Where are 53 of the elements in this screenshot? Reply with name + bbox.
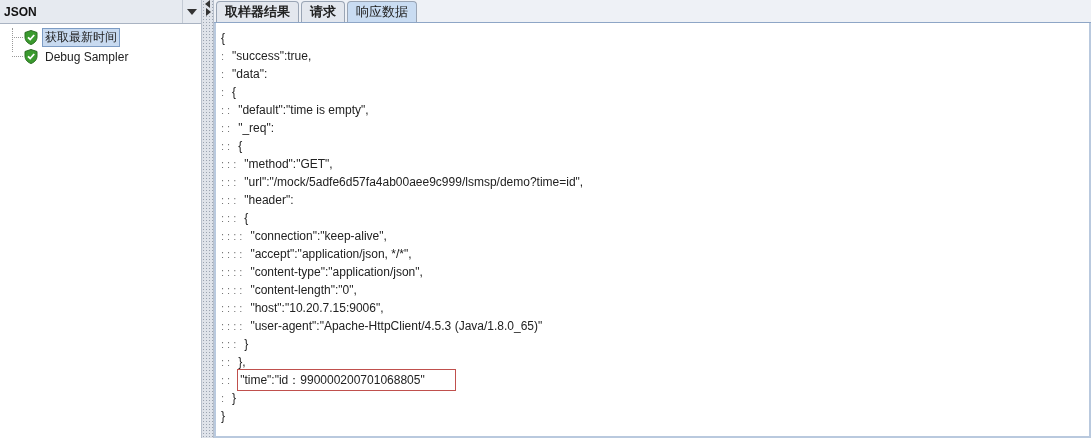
dropdown-arrow-icon (187, 8, 197, 15)
code-line: "connection":"keep-alive", (250, 228, 387, 245)
indent-guide: : : : (221, 337, 237, 352)
indent-guide: : : : (221, 157, 237, 172)
code-line: { (221, 30, 225, 47)
tree-item[interactable]: Debug Sampler (42, 48, 132, 65)
code-line: "method":"GET", (244, 156, 333, 173)
indent-guide: : : (221, 355, 231, 370)
indent-guide: : : : : (221, 283, 243, 298)
indent-guide: : : : (221, 193, 237, 208)
code-line: "header": (244, 192, 294, 209)
indent-guide: : : : (221, 175, 237, 190)
tree-item[interactable]: 获取最新时间 (42, 28, 120, 47)
code-line: "accept":"application/json, */*", (250, 246, 412, 263)
code-line: }, (238, 354, 246, 371)
indent-guide: : : : : (221, 265, 243, 280)
tab[interactable]: 请求 (301, 1, 345, 22)
indent-guide: : : : : (221, 229, 243, 244)
indent-guide: : : (221, 139, 231, 154)
code-line: } (244, 336, 249, 353)
indent-guide: : : : (221, 211, 237, 226)
code-line: { (244, 210, 249, 227)
code-line: "_req": (238, 120, 275, 137)
code-line: { (232, 84, 237, 101)
tab[interactable]: 响应数据 (347, 1, 417, 22)
code-line: } (232, 390, 237, 407)
code-line: "default":"time is empty", (238, 102, 369, 119)
code-line: "data": (232, 66, 268, 83)
code-line: "user-agent":"Apache-HttpClient/4.5.3 (Java/1.8.0_65)" (250, 318, 543, 335)
indent-guide: : (221, 49, 225, 64)
code-line: "success":true, (232, 48, 312, 65)
shield-check-icon (24, 30, 38, 45)
code-line: "content-type":"application/json", (250, 264, 423, 281)
code-line: } (221, 408, 225, 425)
code-line: { (238, 138, 243, 155)
collapse-left-icon[interactable] (203, 0, 212, 8)
indent-guide: : (221, 85, 225, 100)
tab[interactable]: 取样器结果 (216, 1, 299, 22)
code-line: "host":"10.20.7.15:9006", (250, 300, 384, 317)
indent-guide: : (221, 391, 225, 406)
code-line: "url":"/mock/5adfe6d57fa4ab00aee9c999/lsmsp/demo?time=id", (244, 174, 584, 191)
view-dropdown[interactable]: JSON (0, 0, 201, 24)
indent-guide: : : : : (221, 301, 243, 316)
indent-guide: : : (221, 121, 231, 136)
indent-guide: : : : : (221, 247, 243, 262)
code-line: "content-length":"0", (250, 282, 357, 299)
indent-guide: : : (221, 103, 231, 118)
indent-guide: : : (221, 373, 231, 388)
code-line: "time":"id：990000200701068805" (238, 370, 455, 390)
indent-guide: : : : : (221, 319, 243, 334)
shield-check-icon (24, 49, 38, 64)
expand-right-icon[interactable] (203, 8, 212, 16)
indent-guide: : (221, 67, 225, 82)
